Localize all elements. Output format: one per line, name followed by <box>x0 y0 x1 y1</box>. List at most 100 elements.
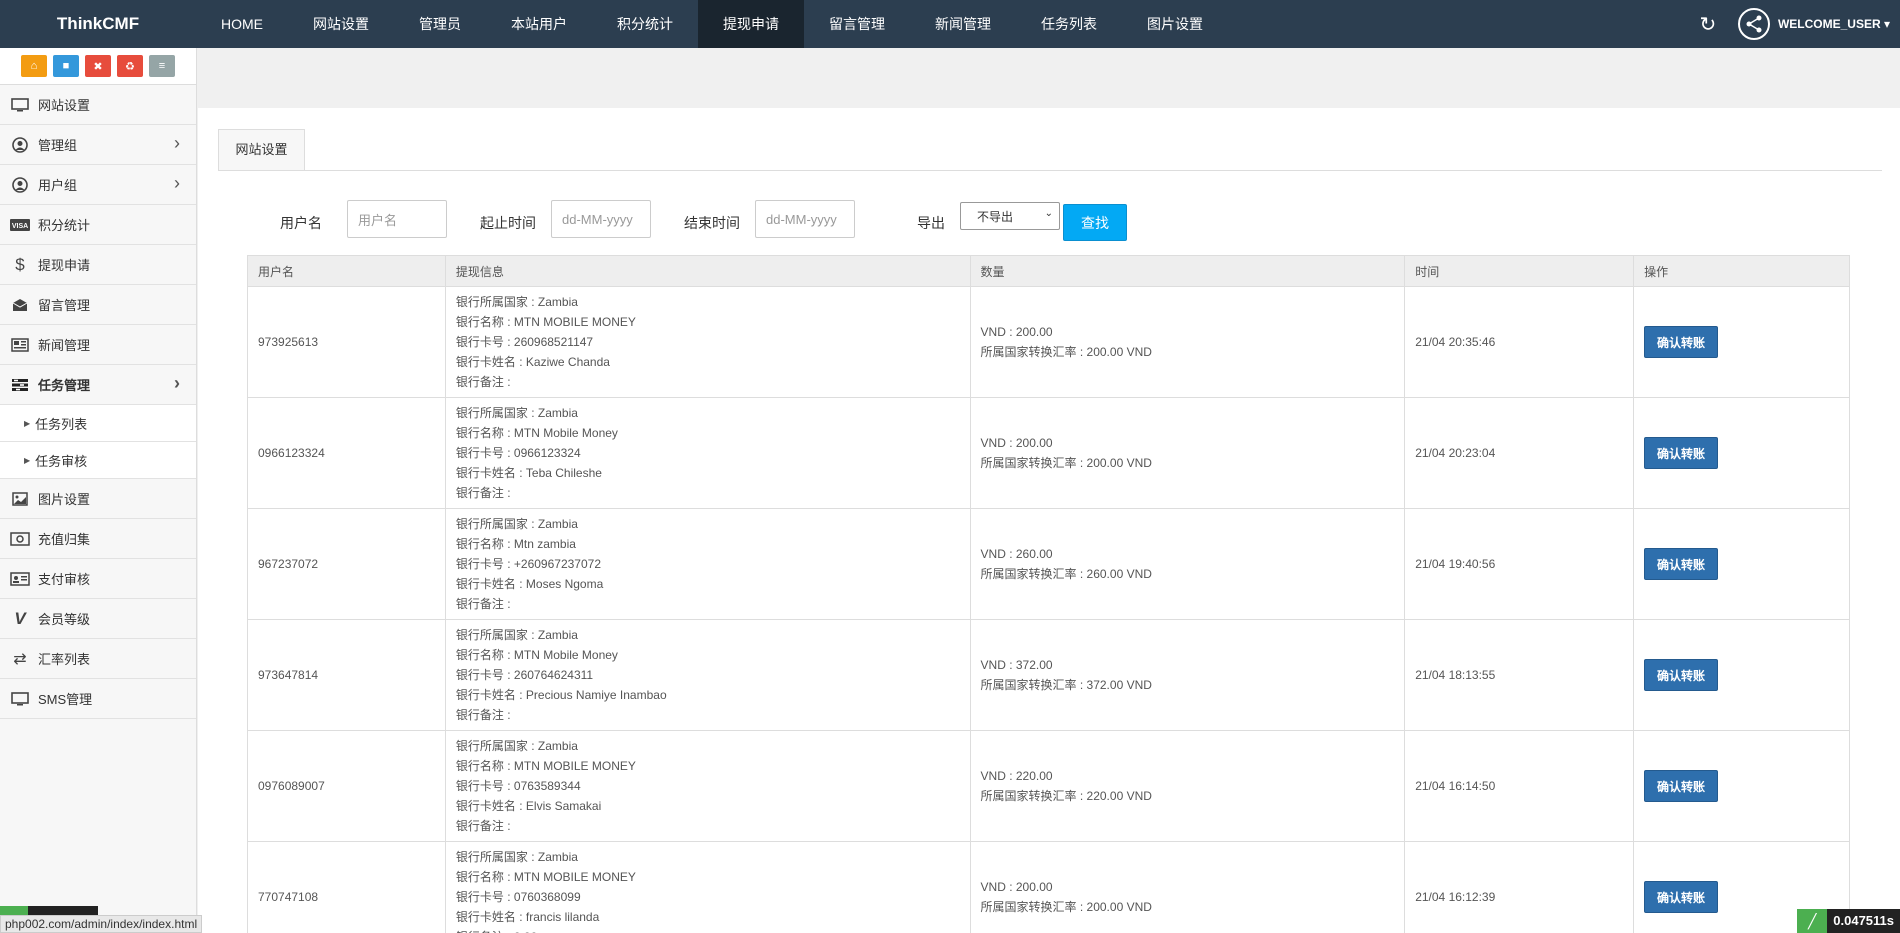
info-line: 银行卡号 : 0763589344 <box>455 779 581 793</box>
sidebar-item-sidebar-items-1[interactable]: 管理组 › <box>0 125 196 165</box>
user-menu[interactable]: WELCOME_USER ▾ <box>1778 17 1890 31</box>
amount-line: 所属国家转换汇率 : 200.00 VND <box>980 345 1152 359</box>
monitor-icon <box>10 97 30 112</box>
user-circle-icon <box>10 136 30 153</box>
col-header-username: 用户名 <box>247 255 446 287</box>
sidebar-item-label: 提现申请 <box>38 258 91 273</box>
browser-status-url: php002.com/admin/index/index.html <box>0 915 203 933</box>
col-header-action: 操作 <box>1633 255 1850 287</box>
cell-action: 确认转账 <box>1633 730 1850 842</box>
sidebar-item-sidebar-items_after-0[interactable]: 图片设置 <box>0 479 196 519</box>
cell-amount: VND : 200.00 所属国家转换汇率 : 200.00 VND <box>969 286 1406 398</box>
envelope-icon <box>10 298 30 312</box>
avatar[interactable] <box>1737 8 1770 40</box>
sidebar-item-sidebar-items_after-4[interactable]: ⇄ 汇率列表 <box>0 639 196 679</box>
nav-item-9[interactable]: 图片设置 <box>1122 0 1228 48</box>
info-line: 银行名称 : MTN Mobile Money <box>455 426 618 440</box>
filter-bar: 用户名 用户名 起止时间 dd-MM-yyyy 结束时间 dd-MM-yyyy … <box>218 171 1882 261</box>
sidebar-item-sidebar-items-0[interactable]: 网站设置 <box>0 85 196 125</box>
info-line: 银行所属国家 : Zambia <box>455 295 578 309</box>
nav-item-6[interactable]: 留言管理 <box>804 0 910 48</box>
nav-item-4[interactable]: 积分统计 <box>592 0 698 48</box>
search-button[interactable]: 查找 <box>1063 204 1127 241</box>
sidebar-subitem-1[interactable]: ▶ 任务审核 <box>0 442 196 479</box>
sidebar-item-sidebar-items-6[interactable]: 新闻管理 <box>0 325 196 365</box>
cell-username: 967237072 <box>247 508 446 620</box>
nav-item-0[interactable]: HOME <box>196 0 288 48</box>
sidebar-item-sidebar-items-3[interactable]: VISA 积分统计 <box>0 205 196 245</box>
cell-username: 973647814 <box>247 619 446 731</box>
nav-item-1[interactable]: 网站设置 <box>288 0 394 48</box>
sidebar-item-label: 留言管理 <box>38 298 91 313</box>
end-time-label: 结束时间 <box>684 215 740 231</box>
newspaper-icon <box>10 337 30 352</box>
main-content: 网站设置 用户名 用户名 起止时间 dd-MM-yyyy 结束时间 dd-MM-… <box>198 108 1900 933</box>
sidebar-item-sidebar-items-5[interactable]: 留言管理 <box>0 285 196 325</box>
amount-line: 所属国家转换汇率 : 220.00 VND <box>980 789 1152 803</box>
main-header-strip <box>198 48 1900 108</box>
nav-item-7[interactable]: 新闻管理 <box>910 0 1016 48</box>
chevron-right-icon: › <box>174 133 180 153</box>
info-line: 银行卡号 : +260967237072 <box>455 557 601 571</box>
nav-item-3[interactable]: 本站用户 <box>486 0 592 48</box>
amount-line: VND : 260.00 <box>980 547 1053 561</box>
home-icon[interactable]: ⌂ <box>21 55 47 77</box>
confirm-transfer-button[interactable]: 确认转账 <box>1644 326 1719 358</box>
start-time-input[interactable]: dd-MM-yyyy <box>551 200 651 238</box>
confirm-transfer-button[interactable]: 确认转账 <box>1644 437 1719 469</box>
nav-item-5[interactable]: 提现申请 <box>698 0 804 48</box>
list-icon[interactable]: ≡ <box>149 55 175 77</box>
confirm-transfer-button[interactable]: 确认转账 <box>1644 770 1719 802</box>
monitor-icon <box>10 691 30 706</box>
export-select[interactable]: 不导出 ⌄ <box>960 202 1060 230</box>
brand-logo[interactable]: ThinkCMF <box>0 14 196 34</box>
amount-line: VND : 200.00 <box>980 325 1053 339</box>
cell-withdraw-info: 银行所属国家 : Zambia 银行名称 : MTN MOBILE MONEY 银行… <box>444 286 971 398</box>
cell-username: 973925613 <box>247 286 446 398</box>
table-row: 967237072 银行所属国家 : Zambia 银行名称 : Mtn zambi… <box>247 508 1850 620</box>
sidebar-item-sidebar-items-2[interactable]: 用户组 › <box>0 165 196 205</box>
confirm-transfer-button[interactable]: 确认转账 <box>1644 659 1719 691</box>
sidebar-item-sidebar-items_after-3[interactable]: V 会员等级 <box>0 599 196 639</box>
sidebar-item-sidebar-items-4[interactable]: $ 提现申请 <box>0 245 196 285</box>
vine-icon: V <box>14 608 26 628</box>
user-circle-icon <box>10 176 30 193</box>
sidebar-menu: 网站设置 管理组 › 用户组 › VISA 积分统计 $ 提现申请 留言管理 新闻管理 任务管理 › ▶ 任… <box>0 85 196 719</box>
sidebar-item-sidebar-items_after-2[interactable]: 支付审核 <box>0 559 196 599</box>
confirm-transfer-button[interactable]: 确认转账 <box>1644 881 1719 913</box>
chevron-right-icon: › <box>174 373 180 393</box>
file-icon[interactable]: ■ <box>53 55 79 77</box>
sidebar-item-label: 用户组 <box>38 178 78 193</box>
amount-line: VND : 200.00 <box>980 880 1053 894</box>
chevron-down-icon: ⌄ <box>1044 208 1053 219</box>
info-line: 银行备注 : 0.00 <box>456 927 970 933</box>
sidebar-item-label: 会员等级 <box>38 612 91 627</box>
trash-icon[interactable]: ✖ <box>85 55 111 77</box>
cell-action: 确认转账 <box>1633 619 1850 731</box>
info-line: 银行备注 : <box>455 375 511 389</box>
tab-website-settings[interactable]: 网站设置 <box>218 129 305 170</box>
username-label: 用户名 <box>280 215 322 231</box>
refresh-icon[interactable]: ↻ <box>1684 0 1732 48</box>
chevron-right-icon: › <box>174 173 180 193</box>
confirm-transfer-button[interactable]: 确认转账 <box>1644 548 1719 580</box>
nav-item-8[interactable]: 任务列表 <box>1016 0 1122 48</box>
sidebar-item-sidebar-items-7[interactable]: 任务管理 › <box>0 365 196 405</box>
sidebar-item-sidebar-items_after-1[interactable]: 充值归集 <box>0 519 196 559</box>
nav-item-2[interactable]: 管理员 <box>394 0 486 48</box>
info-line: 银行备注 : <box>455 708 511 722</box>
cell-time: 21/04 20:23:04 <box>1404 397 1635 509</box>
info-line: 银行名称 : MTN MOBILE MONEY <box>455 870 636 884</box>
sidebar-item-sidebar-items_after-5[interactable]: SMS管理 <box>0 679 196 719</box>
recycle-icon[interactable]: ♻ <box>117 55 143 77</box>
cell-action: 确认转账 <box>1633 397 1850 509</box>
sidebar-subitem-0[interactable]: ▶ 任务列表 <box>0 405 196 442</box>
cell-time: 21/04 16:12:39 <box>1404 841 1635 933</box>
info-line: 银行卡号 : 0760368099 <box>455 890 581 904</box>
end-time-input[interactable]: dd-MM-yyyy <box>755 200 855 238</box>
username-input[interactable]: 用户名 <box>347 200 447 238</box>
sidebar-shortcuts: ⌂ ■ ✖ ♻ ≡ <box>0 48 196 85</box>
cell-withdraw-info: 银行所属国家 : Zambia 银行名称 : MTN MOBILE MONEY 银行… <box>444 730 971 842</box>
sidebar-item-label: 网站设置 <box>38 98 91 113</box>
info-line: 银行卡号 : 0966123324 <box>455 446 581 460</box>
